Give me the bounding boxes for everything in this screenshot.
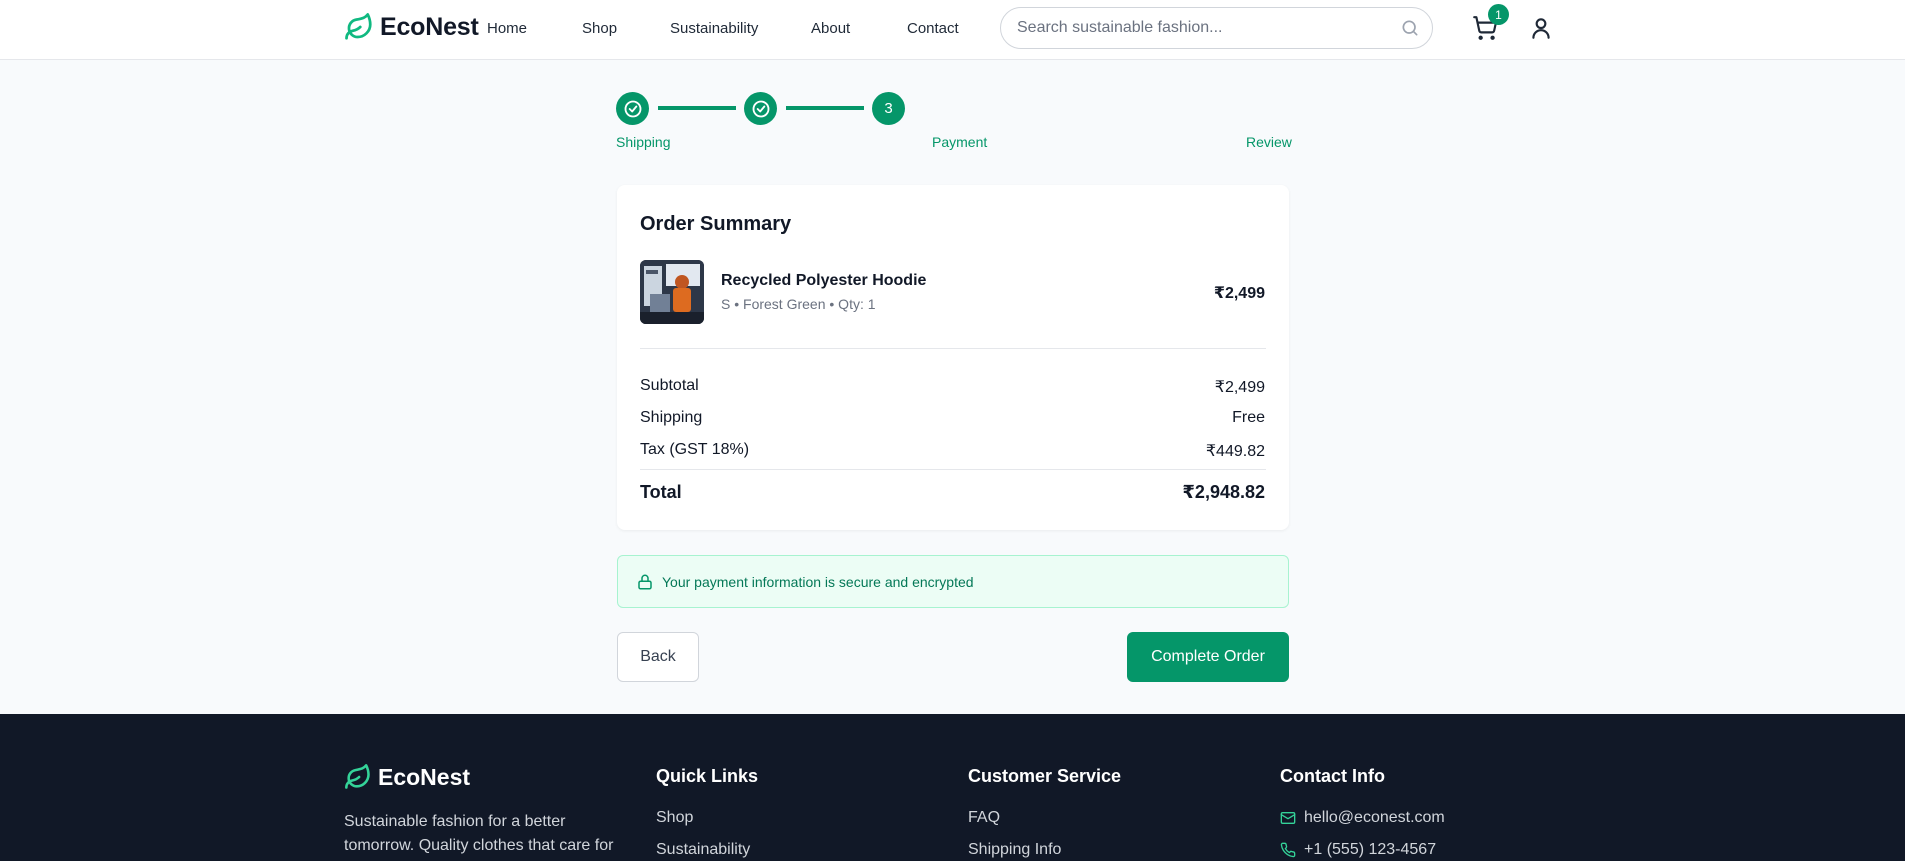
footer-link-faq[interactable]: FAQ — [968, 809, 1000, 827]
search-input[interactable] — [1017, 8, 1397, 48]
footer-email-text: hello@econest.com — [1304, 809, 1445, 826]
leaf-icon — [345, 764, 370, 789]
brand-logo[interactable]: EcoNest — [344, 12, 479, 42]
item-name: Recycled Polyester Hoodie — [721, 272, 927, 289]
step-label-review: Review — [1246, 134, 1292, 150]
back-button[interactable]: Back — [617, 632, 699, 682]
search-bar — [1000, 7, 1433, 49]
secure-payment-notice: Your payment information is secure and e… — [617, 555, 1289, 608]
footer-phone-text: +1 (555) 123-4567 — [1304, 841, 1437, 858]
footer-link-shop[interactable]: Shop — [656, 809, 693, 827]
footer-brand-name: EcoNest — [378, 763, 471, 790]
check-circle-icon — [624, 100, 641, 117]
customer-service-heading: Customer Service — [968, 766, 1122, 786]
step-label-payment: Payment — [932, 134, 988, 150]
shipping-value: Free — [1232, 409, 1265, 426]
mail-icon — [1280, 812, 1296, 824]
total-label: Total — [640, 482, 682, 502]
product-image — [640, 260, 704, 324]
step-1-complete — [616, 92, 649, 125]
divider — [640, 348, 1266, 349]
nav-home[interactable]: Home — [487, 20, 527, 37]
step-3-current: 3 — [872, 92, 905, 125]
site-header: EcoNest Home Shop Sustainability About C… — [0, 0, 1905, 60]
item-details: S • Forest Green • Qty: 1 — [721, 296, 876, 312]
step-connector-2 — [786, 106, 864, 110]
cart-count-badge: 1 — [1488, 4, 1509, 25]
nav-contact[interactable]: Contact — [907, 20, 959, 37]
complete-order-button[interactable]: Complete Order — [1127, 632, 1289, 682]
nav-sustainability[interactable]: Sustainability — [670, 20, 758, 37]
order-summary-card: Order Summary Recycled Polyester Hoodie … — [617, 185, 1289, 530]
leaf-icon — [345, 13, 372, 40]
footer-link-shipping-info[interactable]: Shipping Info — [968, 841, 1061, 859]
footer-link-sustainability[interactable]: Sustainability — [656, 841, 750, 859]
item-price: ₹2,499 — [1213, 285, 1265, 302]
footer-phone[interactable]: +1 (555) 123-4567 — [1280, 841, 1436, 859]
tax-value: ₹449.82 — [1205, 443, 1265, 460]
lock-icon — [638, 574, 652, 590]
contact-info-heading: Contact Info — [1280, 766, 1385, 786]
tax-label: Tax (GST 18%) — [640, 441, 750, 458]
search-icon[interactable] — [1400, 18, 1420, 38]
brand-name: EcoNest — [380, 12, 479, 41]
nav-shop[interactable]: Shop — [582, 20, 617, 37]
divider — [640, 469, 1266, 470]
footer-description: Sustainable fashion for a better tomorro… — [344, 813, 614, 854]
secure-notice-text: Your payment information is secure and e… — [662, 574, 974, 590]
footer-email[interactable]: hello@econest.com — [1280, 809, 1445, 827]
shipping-label: Shipping — [640, 409, 703, 426]
order-summary-title: Order Summary — [640, 213, 792, 235]
step-label-shipping: Shipping — [616, 134, 671, 150]
check-circle-icon — [752, 100, 769, 117]
cart-button[interactable]: 1 — [1472, 4, 1509, 43]
quick-links-heading: Quick Links — [656, 766, 759, 786]
step-connector-1 — [658, 106, 736, 110]
step-2-complete — [744, 92, 777, 125]
phone-icon — [1280, 842, 1296, 858]
nav-about[interactable]: About — [811, 20, 850, 37]
site-footer: EcoNest Sustainable fashion for a better… — [0, 714, 1905, 861]
footer-logo[interactable]: EcoNest — [344, 763, 470, 791]
subtotal-label: Subtotal — [640, 377, 699, 394]
account-button[interactable] — [1528, 15, 1554, 46]
subtotal-value: ₹2,499 — [1214, 379, 1265, 396]
total-value: ₹2,948.82 — [1182, 482, 1265, 502]
product-thumbnail — [640, 260, 704, 324]
user-icon — [1532, 18, 1550, 39]
